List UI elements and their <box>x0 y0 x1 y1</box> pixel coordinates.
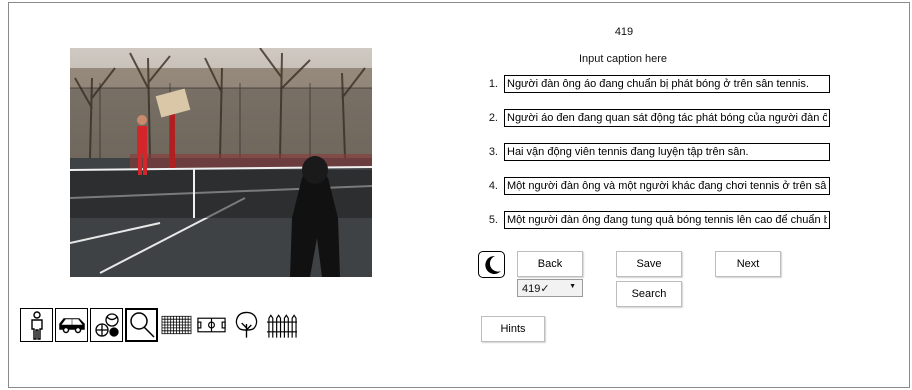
scene-photo <box>70 48 372 277</box>
moon-icon <box>484 255 501 274</box>
car-icon[interactable] <box>55 308 88 342</box>
caption-row-3: 3. <box>482 143 830 161</box>
caption-input-3[interactable] <box>504 143 830 161</box>
caption-number: 4. <box>488 180 498 192</box>
image-select-value: 419✓ <box>522 282 550 295</box>
caption-row-5: 5. <box>482 211 830 229</box>
dark-mode-toggle[interactable] <box>478 251 505 278</box>
caption-input-1[interactable] <box>504 75 830 93</box>
image-select[interactable]: 419✓ ▼ <box>517 279 583 297</box>
field-icon[interactable] <box>195 308 228 342</box>
person-icon[interactable] <box>20 308 53 342</box>
caption-number: 2. <box>488 112 498 124</box>
caption-header: Input caption here <box>578 53 668 65</box>
image-id-label: 419 <box>614 26 634 38</box>
fence-icon[interactable] <box>265 308 298 342</box>
caption-number: 3. <box>488 146 498 158</box>
back-button[interactable]: Back <box>517 251 583 277</box>
caption-row-2: 2. <box>482 109 830 127</box>
save-button[interactable]: Save <box>616 251 682 277</box>
next-button[interactable]: Next <box>715 251 781 277</box>
hints-button[interactable]: Hints <box>481 316 545 342</box>
dropdown-arrow-icon: ▼ <box>569 283 576 290</box>
caption-row-4: 4. <box>482 177 830 195</box>
category-icon-row <box>20 308 298 344</box>
caption-number: 1. <box>488 78 498 90</box>
search-button[interactable]: Search <box>616 281 682 307</box>
tree-icon[interactable] <box>230 308 263 342</box>
tennis-racket-icon[interactable] <box>125 308 158 342</box>
caption-number: 5. <box>488 214 498 226</box>
caption-row-1: 1. <box>482 75 830 93</box>
net-icon[interactable] <box>160 308 193 342</box>
caption-input-5[interactable] <box>504 211 830 229</box>
sports-balls-icon[interactable] <box>90 308 123 342</box>
caption-input-4[interactable] <box>504 177 830 195</box>
caption-input-2[interactable] <box>504 109 830 127</box>
